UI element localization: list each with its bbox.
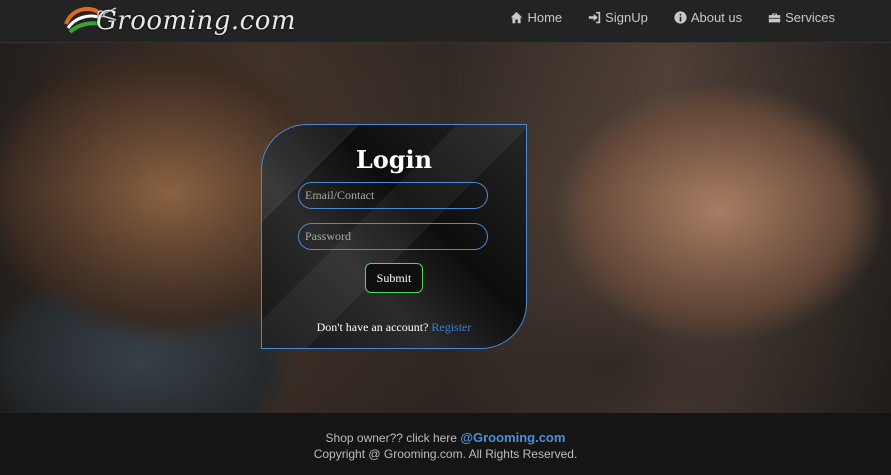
footer-shop-owner-line: Shop owner?? click here @Grooming.com bbox=[0, 430, 891, 445]
nav-services-label: Services bbox=[785, 9, 835, 25]
shop-owner-text: Shop owner?? click here bbox=[325, 431, 457, 445]
sign-in-icon bbox=[588, 11, 601, 23]
nav-signup-label: SignUp bbox=[605, 9, 648, 25]
home-icon bbox=[511, 11, 523, 23]
copyright-text: Copyright @ Grooming.com. All Rights Res… bbox=[313, 447, 578, 461]
nav-home-label: Home bbox=[527, 9, 563, 25]
register-prompt: Don't have an account? bbox=[316, 320, 429, 334]
email-field[interactable] bbox=[298, 182, 488, 209]
nav-about-label: About us bbox=[690, 9, 743, 25]
login-title: Login bbox=[355, 145, 433, 174]
nav-home[interactable]: Home bbox=[510, 10, 562, 25]
password-field[interactable] bbox=[298, 223, 488, 250]
nav-links: Home SignUp About us Services bbox=[510, 0, 835, 34]
login-card: Login Submit Don't have an account? Regi… bbox=[261, 124, 527, 349]
nav-signup[interactable]: SignUp bbox=[588, 10, 648, 25]
briefcase-icon bbox=[768, 12, 781, 22]
logo-text: Grooming.com bbox=[96, 6, 296, 36]
site-logo[interactable]: Grooming.com bbox=[60, 2, 296, 40]
navbar: Grooming.com Home SignUp About us Servic… bbox=[0, 0, 891, 43]
footer: Shop owner?? click here @Grooming.com Co… bbox=[0, 413, 891, 475]
submit-button[interactable]: Submit bbox=[365, 263, 423, 293]
shop-owner-link[interactable]: @Grooming.com bbox=[460, 430, 565, 445]
register-line: Don't have an account? Register bbox=[262, 320, 526, 335]
register-link[interactable]: Register bbox=[431, 320, 471, 334]
nav-services[interactable]: Services bbox=[768, 10, 835, 25]
nav-about[interactable]: About us bbox=[674, 10, 742, 25]
info-icon bbox=[674, 10, 687, 24]
